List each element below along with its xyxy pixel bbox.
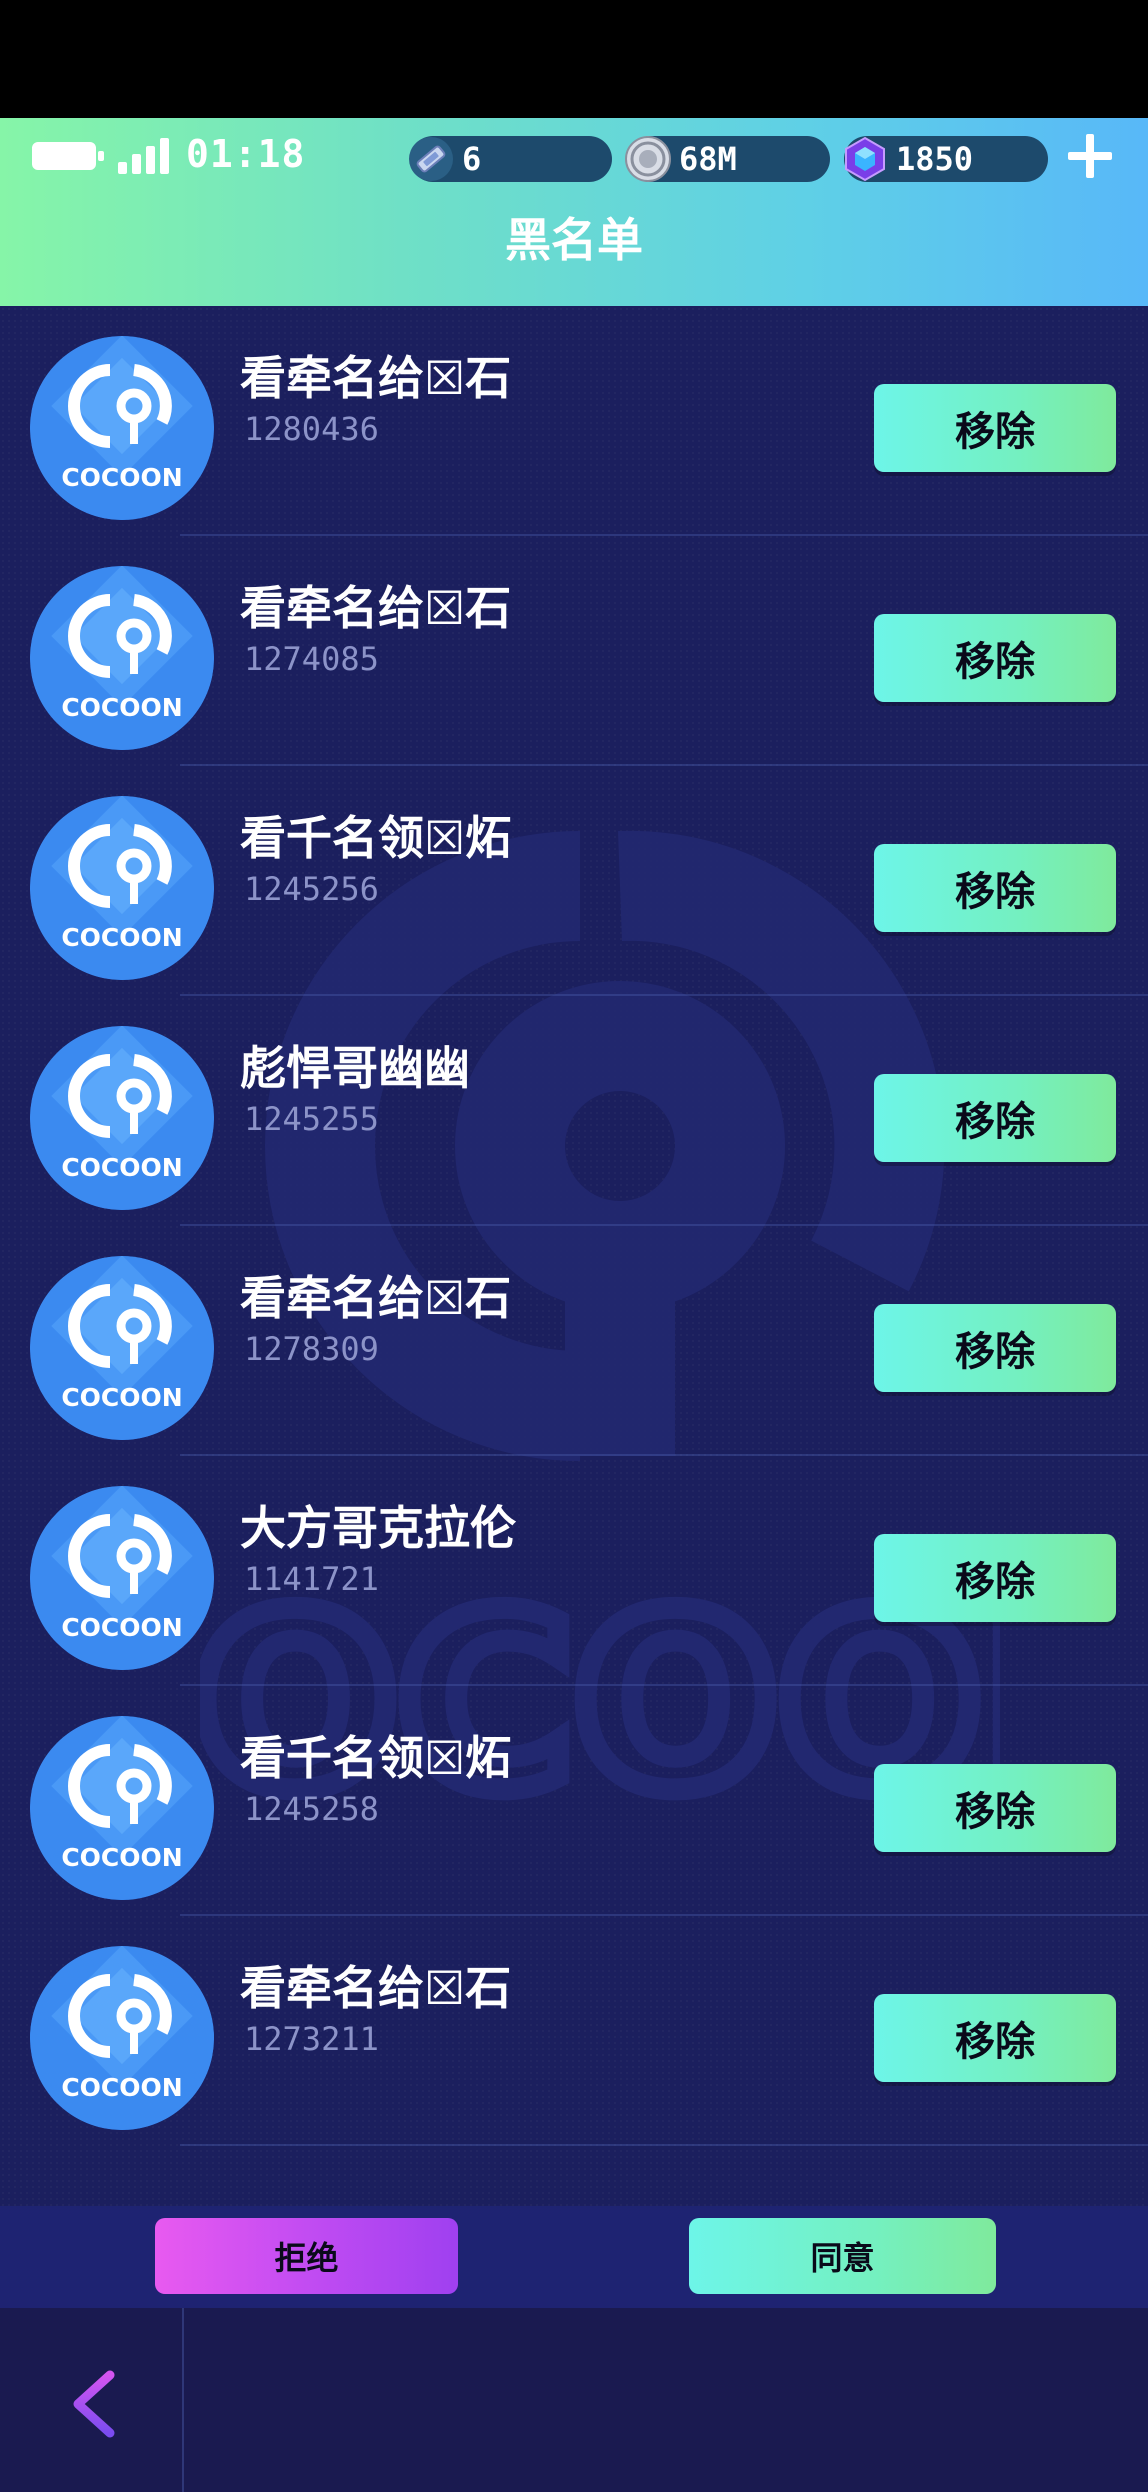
list-item: COCOON 看牵名给☒石 1274085 移除 <box>0 536 1148 766</box>
remove-button[interactable]: 移除 <box>874 1994 1116 2082</box>
battery-icon <box>32 142 104 170</box>
user-id: 1278309 <box>244 1330 379 1368</box>
avatar[interactable]: COCOON <box>30 1026 214 1210</box>
user-name: 看牵名给☒石 <box>240 1961 512 2015</box>
remove-button[interactable]: 移除 <box>874 844 1116 932</box>
status-row: 01:18 6 68M 1850 <box>0 118 1148 194</box>
user-id: 1280436 <box>244 410 379 448</box>
avatar-label: COCOON <box>61 693 182 722</box>
avatar-label: COCOON <box>61 1613 182 1642</box>
agree-button[interactable]: 同意 <box>689 2218 996 2294</box>
avatar[interactable]: COCOON <box>30 1946 214 2130</box>
chevron-left-icon[interactable] <box>54 2362 134 2446</box>
user-name: 看牵名给☒石 <box>240 351 512 405</box>
ticket-count: 6 <box>462 140 482 178</box>
bottom-nav <box>0 2308 1148 2492</box>
status-bar-notch <box>0 0 1148 118</box>
avatar[interactable]: COCOON <box>30 336 214 520</box>
user-name: 彪悍哥幽幽 <box>240 1041 470 1095</box>
list-item: COCOON 看牵名给☒石 1278309 移除 <box>0 1226 1148 1456</box>
user-id: 1141721 <box>244 1560 379 1598</box>
user-name: 看千名领☒炻 <box>240 811 512 865</box>
avatar-label: COCOON <box>61 1153 182 1182</box>
status-time: 01:18 <box>186 132 306 176</box>
reject-button[interactable]: 拒绝 <box>155 2218 458 2294</box>
list-item: COCOON 看千名领☒炻 1245258 移除 <box>0 1686 1148 1916</box>
list-item: COCOON 看千名领☒炻 1245256 移除 <box>0 766 1148 996</box>
page-title: 黑名单 <box>505 213 643 267</box>
user-id: 1245255 <box>244 1100 379 1138</box>
avatar-label: COCOON <box>61 2073 182 2102</box>
user-id: 1245258 <box>244 1790 379 1828</box>
avatar[interactable]: COCOON <box>30 1256 214 1440</box>
remove-button[interactable]: 移除 <box>874 614 1116 702</box>
ticket-counter[interactable]: 6 <box>409 136 612 182</box>
coin-icon <box>623 134 673 184</box>
remove-button[interactable]: 移除 <box>874 384 1116 472</box>
signal-icon <box>118 136 174 174</box>
nav-divider <box>182 2308 184 2492</box>
list-item: COCOON 大方哥克拉伦 1141721 移除 <box>0 1456 1148 1686</box>
user-name: 大方哥克拉伦 <box>240 1501 516 1555</box>
remove-button[interactable]: 移除 <box>874 1534 1116 1622</box>
avatar[interactable]: COCOON <box>30 796 214 980</box>
user-id: 1274085 <box>244 640 379 678</box>
gem-counter[interactable]: 1850 <box>844 136 1048 182</box>
gem-count: 1850 <box>896 140 974 178</box>
avatar[interactable]: COCOON <box>30 566 214 750</box>
user-name: 看牵名给☒石 <box>240 581 512 635</box>
user-id: 1245256 <box>244 870 379 908</box>
list-item: COCOON 看牵名给☒石 1273211 移除 <box>0 1916 1148 2146</box>
user-name: 看千名领☒炻 <box>240 1731 512 1785</box>
remove-button[interactable]: 移除 <box>874 1764 1116 1852</box>
avatar-label: COCOON <box>61 1383 182 1412</box>
plus-icon[interactable] <box>1064 130 1116 182</box>
row-divider <box>180 2144 1148 2146</box>
avatar-label: COCOON <box>61 463 182 492</box>
coin-counter[interactable]: 68M <box>625 136 830 182</box>
action-bar: 拒绝 同意 <box>0 2206 1148 2308</box>
list-item: COCOON 看牵名给☒石 1280436 移除 <box>0 306 1148 536</box>
avatar-label: COCOON <box>61 923 182 952</box>
avatar[interactable]: COCOON <box>30 1716 214 1900</box>
ticket-icon <box>406 134 456 184</box>
blacklist-list[interactable]: COCOON COCOON 看牵名给☒石 1280436 移除 COCOON 看牵名… <box>0 306 1148 2206</box>
header: 01:18 6 68M 1850 黑名单 <box>0 118 1148 306</box>
gem-icon <box>840 134 890 184</box>
remove-button[interactable]: 移除 <box>874 1304 1116 1392</box>
user-id: 1273211 <box>244 2020 379 2058</box>
coin-count: 68M <box>679 140 737 178</box>
user-name: 看牵名给☒石 <box>240 1271 512 1325</box>
avatar-label: COCOON <box>61 1843 182 1872</box>
remove-button[interactable]: 移除 <box>874 1074 1116 1162</box>
avatar[interactable]: COCOON <box>30 1486 214 1670</box>
list-item: COCOON 彪悍哥幽幽 1245255 移除 <box>0 996 1148 1226</box>
